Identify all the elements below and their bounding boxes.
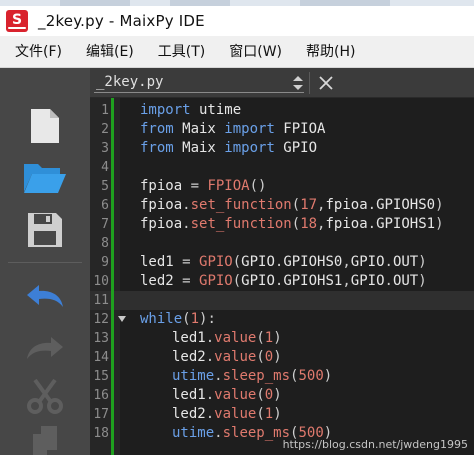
tab-underline <box>94 92 304 93</box>
code-line[interactable]: 2 from Maix import FPIOA <box>90 120 474 139</box>
close-icon[interactable] <box>315 72 337 94</box>
menu-edit[interactable]: 编辑(E) <box>77 39 143 65</box>
code-line[interactable]: 15 utime.sleep_ms(500) <box>90 367 474 386</box>
new-file-icon <box>31 109 59 143</box>
code-line[interactable]: 7 fpioa.set_function(18,fpioa.GPIOHS1) <box>90 215 474 234</box>
code-line[interactable]: 17 led2.value(1) <box>90 405 474 424</box>
code-line[interactable]: 1 import utime <box>90 101 474 120</box>
app-logo-icon: S <box>6 10 28 32</box>
save-icon <box>28 213 62 247</box>
save-button[interactable] <box>17 208 73 252</box>
title-bar[interactable]: S _2key.py - MaixPy IDE <box>0 6 474 36</box>
menu-bar: 文件(F) 编辑(E) 工具(T) 窗口(W) 帮助(H) <box>0 36 474 68</box>
code-text: led1 = GPIO(GPIO.GPIOHS0,GPIO.OUT) <box>140 254 427 270</box>
line-number: 13 <box>93 331 109 346</box>
line-number: 9 <box>101 255 109 270</box>
line-number: 17 <box>93 407 109 422</box>
editor-tab-bar: _2key.py <box>90 68 474 98</box>
left-toolbar <box>0 68 90 455</box>
menu-file[interactable]: 文件(F) <box>6 39 71 65</box>
code-text: led2.value(0) <box>172 349 282 365</box>
code-text: led1.value(0) <box>172 387 282 403</box>
line-number: 16 <box>93 388 109 403</box>
code-text: fpioa.set_function(18,fpioa.GPIOHS1) <box>140 216 444 232</box>
code-text: from Maix import FPIOA <box>140 121 326 137</box>
line-number: 5 <box>101 179 109 194</box>
menu-window[interactable]: 窗口(W) <box>220 39 291 65</box>
redo-icon <box>27 337 63 359</box>
line-number: 3 <box>101 141 109 156</box>
cut-icon <box>27 378 63 414</box>
code-text: fpioa.set_function(17,fpioa.GPIOHS0) <box>140 197 444 213</box>
file-tab-selector[interactable]: _2key.py <box>96 74 163 90</box>
line-number: 11 <box>93 293 109 308</box>
line-number: 1 <box>101 103 109 118</box>
line-number: 6 <box>101 198 109 213</box>
undo-button[interactable] <box>17 274 73 318</box>
code-text: from Maix import GPIO <box>140 140 318 156</box>
line-number: 7 <box>101 217 109 232</box>
code-line[interactable]: 13 led1.value(1) <box>90 329 474 348</box>
code-line[interactable]: 12 while(1): <box>90 310 474 329</box>
line-number: 10 <box>93 274 109 289</box>
line-number: 18 <box>93 426 109 441</box>
watermark-text: https://blog.csdn.net/jwdeng1995 <box>282 438 468 451</box>
line-number: 8 <box>101 236 109 251</box>
line-number: 2 <box>101 122 109 137</box>
code-text: led1.value(1) <box>172 330 282 346</box>
window-title: _2key.py - MaixPy IDE <box>38 12 205 30</box>
undo-icon <box>27 285 63 307</box>
code-line[interactable]: 14 led2.value(0) <box>90 348 474 367</box>
code-editor[interactable]: 1 import utime 2 from Maix import FPIOA 3 fro… <box>90 98 474 455</box>
cut-button[interactable] <box>17 374 73 418</box>
toolbar-divider <box>8 262 82 263</box>
code-text: while(1): <box>140 311 216 327</box>
redo-button[interactable] <box>17 326 73 370</box>
open-folder-icon <box>24 164 66 193</box>
code-text: led2.value(1) <box>172 406 282 422</box>
code-text: utime.sleep_ms(500) <box>172 368 333 384</box>
code-text: led2 = GPIO(GPIO.GPIOHS1,GPIO.OUT) <box>140 273 427 289</box>
fold-arrow-icon[interactable] <box>118 316 126 322</box>
code-line[interactable]: 10 led2 = GPIO(GPIO.GPIOHS1,GPIO.OUT) <box>90 272 474 291</box>
code-line[interactable]: 3 from Maix import GPIO <box>90 139 474 158</box>
code-line[interactable]: 11 <box>90 291 474 310</box>
copy-icon <box>33 426 57 455</box>
open-file-button[interactable] <box>17 156 73 200</box>
line-number: 14 <box>93 350 109 365</box>
line-number: 12 <box>93 312 109 327</box>
tab-divider <box>309 72 310 94</box>
line-number: 15 <box>93 369 109 384</box>
tab-switch-arrows-icon[interactable] <box>291 73 305 93</box>
code-line[interactable]: 6 fpioa.set_function(17,fpioa.GPIOHS0) <box>90 196 474 215</box>
code-line[interactable]: 16 led1.value(0) <box>90 386 474 405</box>
line-number: 4 <box>101 160 109 175</box>
code-text: fpioa = FPIOA() <box>140 178 267 194</box>
code-line[interactable]: 4 <box>90 158 474 177</box>
code-line[interactable]: 9 led1 = GPIO(GPIO.GPIOHS0,GPIO.OUT) <box>90 253 474 272</box>
menu-help[interactable]: 帮助(H) <box>297 39 364 65</box>
code-line[interactable]: 5 fpioa = FPIOA() <box>90 177 474 196</box>
code-line[interactable]: 8 <box>90 234 474 253</box>
copy-button[interactable] <box>17 420 73 455</box>
menu-tools[interactable]: 工具(T) <box>149 39 214 65</box>
code-text: import utime <box>140 102 242 118</box>
new-file-button[interactable] <box>17 104 73 148</box>
